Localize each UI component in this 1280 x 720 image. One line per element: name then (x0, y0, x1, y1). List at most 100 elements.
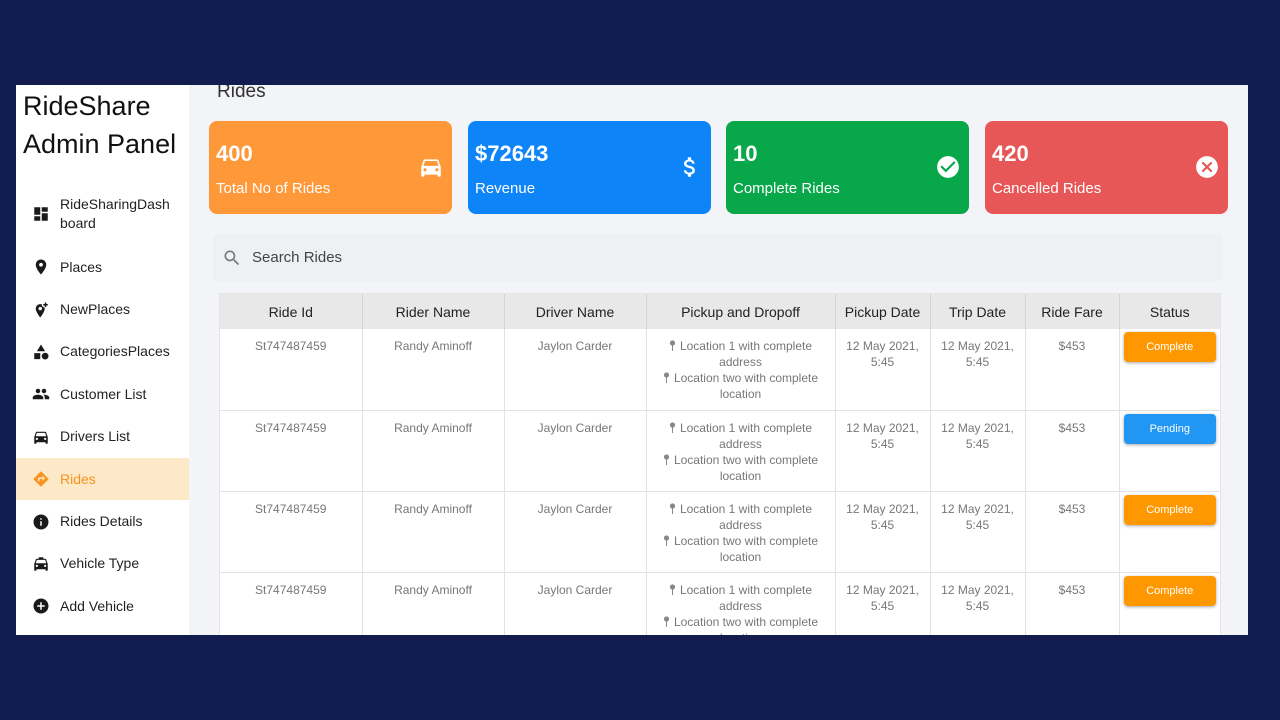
driver-name-cell: Jaylon Carder (504, 329, 647, 411)
trip-date-cell: 12 May 2021, 5:45 (930, 329, 1026, 411)
category-icon (32, 343, 50, 361)
pickup-date-cell: 12 May 2021, 5:45 (835, 410, 931, 492)
column-header[interactable]: Rider Name (362, 294, 505, 329)
pickup-dropoff-cell: Location 1 with complete address Locatio… (646, 329, 836, 411)
search-input[interactable] (252, 249, 852, 266)
brand-line-1: RideShare (23, 91, 151, 121)
stat-label: Complete Rides (733, 180, 840, 197)
sidebar-item-vehicle-type[interactable]: Vehicle Type (16, 543, 189, 585)
stat-card-revenue: $72643 Revenue (468, 121, 711, 214)
pin-icon (663, 534, 670, 546)
sidebar-item-rides-details[interactable]: Rides Details (16, 500, 189, 542)
pickup-date-cell: 12 May 2021, 5:45 (835, 572, 931, 635)
app-window: RideShare Admin Panel RideSharingDash bo… (16, 85, 1248, 635)
column-header[interactable]: Status (1119, 294, 1220, 329)
column-header[interactable]: Trip Date (930, 294, 1026, 329)
status-badge-button[interactable]: Pending (1123, 413, 1216, 444)
driver-name-cell: Jaylon Carder (504, 410, 647, 492)
rider-name-cell: Randy Aminoff (362, 410, 505, 492)
status-cell: Complete (1119, 491, 1220, 573)
ride-fare-cell: $453 (1025, 329, 1120, 411)
dollar-icon (677, 154, 703, 180)
rider-name-cell: Randy Aminoff (362, 572, 505, 635)
stat-label: Cancelled Rides (992, 180, 1102, 197)
dropoff-text: Location two with complete location (673, 533, 819, 564)
dropoff-location: Location two with complete location (647, 533, 835, 565)
sidebar-item-customer-list[interactable]: Customer List (16, 373, 189, 415)
car-icon (418, 154, 444, 180)
rides-table: Ride Id Rider Name Driver Name Pickup an… (219, 293, 1221, 635)
table-header-row: Ride Id Rider Name Driver Name Pickup an… (220, 294, 1220, 329)
ride-id-cell: St747487459 (220, 572, 363, 635)
search-bar (213, 234, 1222, 281)
sidebar-item-label: Vehicle Type (60, 555, 140, 572)
sidebar-item-categoriesplaces[interactable]: CategoriesPlaces (16, 331, 189, 373)
cancel-circle-icon (1194, 154, 1220, 180)
table-row[interactable]: St747487459 Randy Aminoff Jaylon Carder … (220, 410, 1220, 492)
column-header[interactable]: Driver Name (504, 294, 647, 329)
table-row[interactable]: St747487459 Randy Aminoff Jaylon Carder … (220, 572, 1220, 635)
dropoff-text: Location two with complete location (673, 452, 819, 483)
brand-line-2: Admin Panel (23, 129, 177, 159)
pickup-dropoff-cell: Location 1 with complete address Locatio… (646, 572, 836, 636)
status-cell: Complete (1119, 572, 1220, 635)
ride-fare-cell: $453 (1025, 410, 1120, 492)
table-row[interactable]: St747487459 Randy Aminoff Jaylon Carder … (220, 491, 1220, 573)
column-header[interactable]: Ride Fare (1025, 294, 1120, 329)
column-header[interactable]: Pickup and Dropoff (646, 294, 836, 329)
sidebar-item-label: Rides (60, 470, 96, 487)
pickup-dropoff-cell: Location 1 with complete address Locatio… (646, 410, 836, 492)
check-circle-icon (935, 154, 961, 180)
pickup-text: Location 1 with complete address (679, 501, 813, 532)
pickup-date-cell: 12 May 2021, 5:45 (835, 491, 931, 573)
add-circle-icon (32, 597, 50, 615)
dashboard-icon (32, 205, 50, 223)
driver-name-cell: Jaylon Carder (504, 572, 647, 635)
status-badge-button[interactable]: Complete (1123, 494, 1216, 525)
status-badge-button[interactable]: Complete (1123, 575, 1216, 606)
trip-date-cell: 12 May 2021, 5:45 (930, 572, 1026, 635)
trip-date-cell: 12 May 2021, 5:45 (930, 410, 1026, 492)
stat-card-complete-rides: 10 Complete Rides (726, 121, 969, 214)
sidebar-item-label: NewPlaces (60, 301, 131, 318)
sidebar-item-rides[interactable]: Rides (16, 457, 189, 501)
status-badge-button[interactable]: Complete (1123, 332, 1216, 362)
table-row[interactable]: St747487459 Randy Aminoff Jaylon Carder … (220, 329, 1220, 411)
pin-icon (669, 583, 676, 595)
sidebar-item-dashboard[interactable]: RideSharingDash board (16, 182, 189, 246)
page-title: Rides (217, 85, 266, 102)
info-icon (32, 513, 50, 531)
taxi-icon (32, 555, 50, 573)
status-cell: Pending (1119, 410, 1220, 492)
add-location-icon (32, 301, 50, 319)
pickup-text: Location 1 with complete address (679, 582, 813, 613)
pin-icon (669, 339, 676, 351)
sidebar-item-label: Customer List (60, 385, 147, 402)
brand-title: RideShare Admin Panel (23, 87, 189, 163)
sidebar-item-drivers-list[interactable]: Drivers List (16, 416, 189, 458)
pin-icon (663, 453, 670, 465)
ride-fare-cell: $453 (1025, 491, 1120, 573)
pickup-location: Location 1 with complete address (647, 582, 835, 614)
directions-icon (32, 470, 50, 488)
sidebar-item-places[interactable]: Places (16, 246, 189, 288)
pickup-date-cell: 12 May 2021, 5:45 (835, 329, 931, 411)
sidebar-item-newplaces[interactable]: NewPlaces (16, 288, 189, 330)
dropoff-location: Location two with complete location (647, 614, 835, 636)
pin-icon (663, 615, 670, 627)
status-cell: Complete (1119, 329, 1220, 411)
column-header[interactable]: Pickup Date (835, 294, 931, 329)
stat-value: 10 (733, 141, 758, 166)
sidebar-item-add-vehicle[interactable]: Add Vehicle (16, 585, 189, 627)
dropoff-text: Location two with complete location (673, 614, 819, 636)
column-header[interactable]: Ride Id (220, 294, 363, 329)
ride-id-cell: St747487459 (220, 491, 363, 573)
dropoff-location: Location two with complete location (647, 452, 835, 484)
pickup-location: Location 1 with complete address (647, 501, 835, 533)
pickup-location: Location 1 with complete address (647, 338, 835, 370)
stat-label: Total No of Rides (216, 180, 331, 197)
pin-icon (669, 502, 676, 514)
pickup-dropoff-cell: Location 1 with complete address Locatio… (646, 491, 836, 573)
pickup-text: Location 1 with complete address (679, 420, 813, 451)
pickup-location: Location 1 with complete address (647, 420, 835, 452)
